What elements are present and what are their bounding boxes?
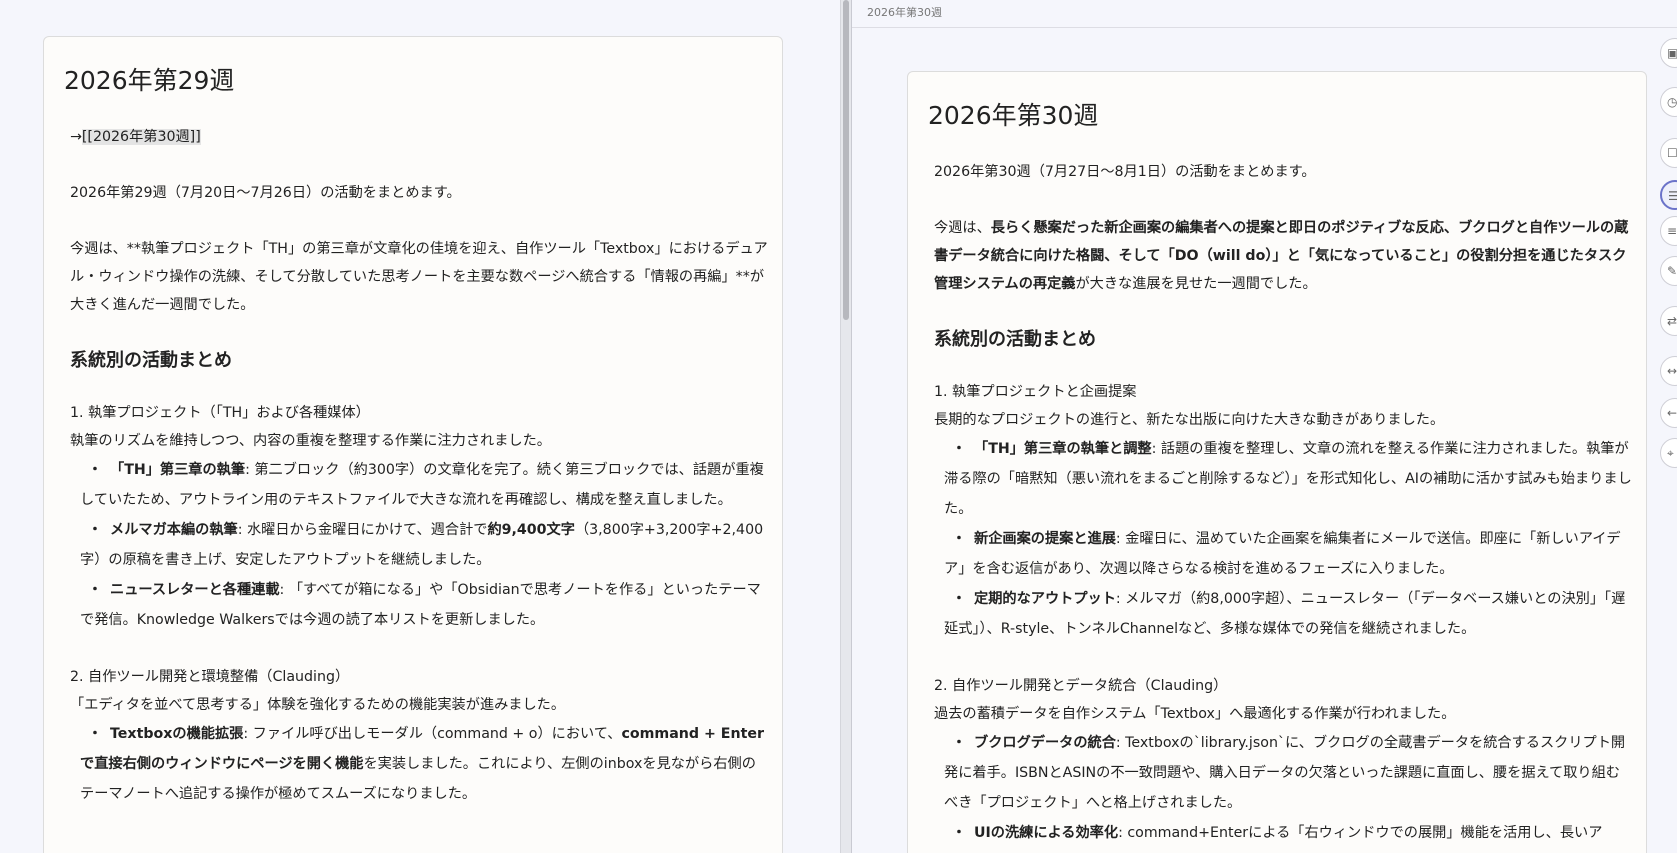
back-icon[interactable]: ← [1660,398,1677,428]
arrow-glyph: → [70,129,82,145]
page-title: 2026年第30週 [928,101,1099,130]
section-1-list: ・「TH」第三章の執筆: 第二ブロック（約300字）の文章化を完了。続く第三ブロ… [70,455,770,635]
square-icon[interactable]: ☐ [1660,138,1677,168]
side-toolbar: ▣ ◷ ☐ ☰ ≡ ✎ ⇄ ↔ ← ⌖ [1660,30,1677,510]
list-item: ・新企画案の提案と進展: 金曜日に、温めていた企画案を編集者にメールで送信。即座… [944,531,1621,577]
intro-text: 2026年第29週（7月20日〜7月26日）の活動をまとめます。 [70,185,461,201]
note-body[interactable]: →[[2026年第30週]] 2026年第29週（7月20日〜7月26日）の活動… [70,123,770,837]
wiki-link[interactable]: [[2026年第30週]] [81,129,201,145]
tag-icon[interactable]: ⌖ [1660,438,1677,468]
list-icon[interactable]: ☰ [1660,180,1677,210]
pane-header-title: 2026年第30週 [852,0,1677,28]
left-pane: 2026年第29週 →[[2026年第30週]] 2026年第29週（7月20日… [0,0,840,853]
list-item: ・定期的なアウトプット: メルマガ（約8,000字超）、ニュースレター（「データ… [944,591,1626,637]
list-item: ・ Textboxの機能拡張: ファイル呼び出しモーダル（command + o）… [80,726,764,802]
camera-icon[interactable]: ▣ [1660,38,1677,68]
section-2-lead: 「エディタを並べて思考する」体験を強化するための機能実装が進みました。 [70,697,566,713]
list-item: ・メルマガ本編の執筆: 水曜日から金曜日にかけて、週合計で約9,400文字（3,… [80,522,764,568]
section-1-title: 1. 執筆プロジェクト（「TH」および各種媒体） [70,405,370,421]
link-icon[interactable]: ↔ [1660,356,1677,386]
clock-icon[interactable]: ◷ [1660,87,1677,117]
section-1-lead: 長期的なプロジェクトの進行と、新たな出版に向けた大きな動きがありました。 [934,412,1445,428]
section-1-title: 1. 執筆プロジェクトと企画提案 [934,384,1137,400]
section-2-lead: 過去の蓄積データを自作システム「Textbox」へ最適化する作業が行われました。 [934,706,1456,722]
section-heading: 系統別の活動まとめ [70,350,232,371]
right-pane: 2026年第30週 2026年第30週 2026年第30週（7月27日〜8月1日… [852,0,1677,853]
list-item: ・「TH」第三章の執筆と調整: 話題の重複を整理し、文章の流れを整える作業に注力… [944,441,1632,517]
summary-text: 今週は、長らく懸案だった新企画案の編集者への提案と即日のポジティブな反応、ブクロ… [934,220,1629,292]
filter-icon[interactable]: ≡ [1660,216,1677,246]
section-2-title: 2. 自作ツール開発とデータ統合（Clauding） [934,678,1228,694]
list-item: ・ブクログデータの統合: Textboxの`library.json`に、ブクロ… [944,735,1626,811]
section-heading: 系統別の活動まとめ [934,329,1096,350]
pen-icon[interactable]: ✎ [1660,256,1677,286]
section-2-title: 2. 自作ツール開発と環境整備（Clauding） [70,669,350,685]
note-body[interactable]: 2026年第30週（7月27日〜8月1日）の活動をまとめます。 今週は、長らく懸… [934,158,1634,853]
list-item: ・ニュースレターと各種連載: 「すべてが箱になる」や「Obsidianで思考ノー… [80,582,761,628]
intro-text: 2026年第30週（7月27日〜8月1日）の活動をまとめます。 [934,164,1316,180]
section-2-list: ・ブクログデータの統合: Textboxの`library.json`に、ブクロ… [934,728,1634,848]
scrollbar-thumb[interactable] [843,0,849,320]
note-card-right[interactable]: 2026年第30週 2026年第30週（7月27日〜8月1日）の活動をまとめます… [907,71,1647,853]
page-title: 2026年第29週 [64,66,235,95]
section-1-lead: 執筆のリズムを維持しつつ、内容の重複を整理する作業に注力されました。 [70,433,551,449]
list-item: ・ UIの洗練による効率化: command+Enterによる「右ウィンドウでの展… [951,825,1603,841]
summary-text: 今週は、**執筆プロジェクト「TH」の第三章が文章化の佳境を迎え、自作ツール「T… [70,241,768,313]
section-1-list: ・「TH」第三章の執筆と調整: 話題の重複を整理し、文章の流れを整える作業に注力… [934,434,1634,644]
arrow-icon[interactable]: ⇄ [1660,306,1677,336]
note-card-left[interactable]: 2026年第29週 →[[2026年第30週]] 2026年第29週（7月20日… [43,36,783,853]
section-2-list: ・ Textboxの機能拡張: ファイル呼び出しモーダル（command + o）… [70,719,770,809]
list-item: ・「TH」第三章の執筆: 第二ブロック（約300字）の文章化を完了。続く第三ブロ… [80,462,764,508]
